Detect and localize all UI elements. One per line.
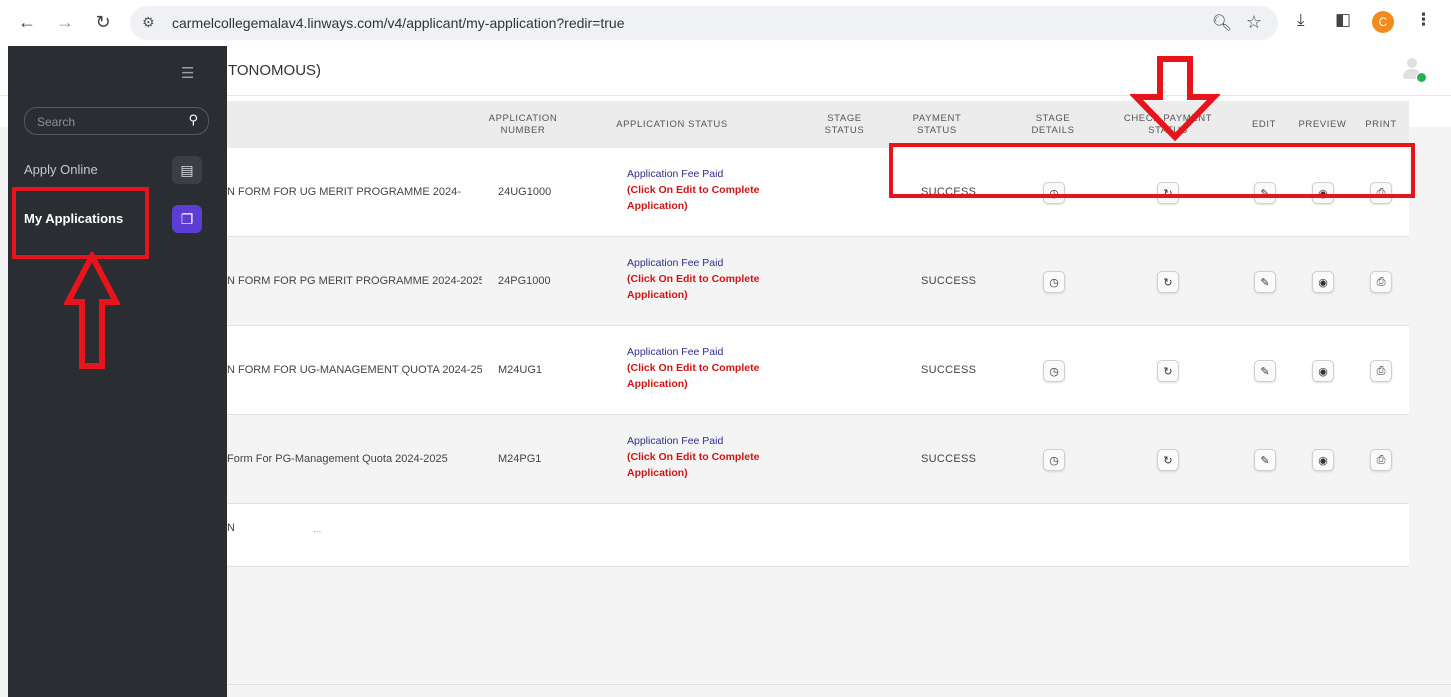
stage-details-clock-icon[interactable]: ◷ xyxy=(1043,271,1065,293)
application-name: N FORM FOR UG MERIT PROGRAMME 2024- xyxy=(227,186,461,198)
header-application-number: APPLICATION NUMBER xyxy=(488,112,558,136)
print-icon[interactable]: ⎙ xyxy=(1370,360,1392,382)
header-application-status: APPLICATION STATUS xyxy=(616,118,728,130)
status-edit-note: (Click On Edit to Complete xyxy=(627,273,760,285)
status-edit-note-end: Application) xyxy=(627,378,688,390)
status-fee-paid: Application Fee Paid xyxy=(627,435,724,447)
payment-status: SUCCESS xyxy=(921,275,977,287)
status-edit-note-end: Application) xyxy=(627,200,688,212)
menu-kebab-icon[interactable]: ⋮ xyxy=(1415,10,1432,30)
header-stage-status: STAGE STATUS xyxy=(824,112,865,136)
edit-pencil-icon[interactable]: ✎ xyxy=(1254,449,1276,471)
status-edit-note-end: Application) xyxy=(627,467,688,479)
header-stage-details: STAGE DETAILS xyxy=(1031,112,1075,136)
hamburger-menu-icon[interactable]: ☰ xyxy=(181,64,194,82)
address-bar[interactable]: ⚙ carmelcollegemalav4.linways.com/v4/app… xyxy=(130,6,1278,40)
forward-icon[interactable]: → xyxy=(52,9,78,35)
truncated-text: ... xyxy=(313,524,322,535)
application-number: 24PG1000 xyxy=(498,275,551,287)
online-status-dot xyxy=(1416,72,1427,83)
browser-toolbar: ← → ↻ ⚙ carmelcollegemalav4.linways.com/… xyxy=(0,0,1451,46)
print-icon[interactable]: ⎙ xyxy=(1370,449,1392,471)
application-name: Form For PG-Management Quota 2024-2025 xyxy=(227,453,448,465)
user-avatar-icon[interactable] xyxy=(1401,58,1427,83)
bookmark-star-icon[interactable]: ☆ xyxy=(1246,12,1262,33)
annotation-box-status-headers xyxy=(889,143,1415,198)
side-panel-icon[interactable]: ◧ xyxy=(1335,10,1351,30)
check-payment-refresh-icon[interactable]: ↻ xyxy=(1157,360,1179,382)
documents-icon: ❐ xyxy=(172,205,202,233)
message-screen-icon: ▤ xyxy=(172,156,202,184)
application-name: N xyxy=(227,522,235,534)
print-icon[interactable]: ⎙ xyxy=(1370,271,1392,293)
site-info-icon[interactable]: ⚙ xyxy=(142,14,155,31)
application-status: Application Fee Paid (Click On Edit to C… xyxy=(627,344,787,392)
header-preview: PREVIEW xyxy=(1298,118,1347,130)
header-print: PRINT xyxy=(1365,118,1397,130)
divider xyxy=(227,684,1451,685)
status-edit-note: (Click On Edit to Complete xyxy=(627,362,760,374)
status-edit-note-end: Application) xyxy=(627,289,688,301)
check-payment-refresh-icon[interactable]: ↻ xyxy=(1157,449,1179,471)
payment-status: SUCCESS xyxy=(921,453,977,465)
download-icon[interactable]: ⤓ xyxy=(1297,10,1305,30)
status-fee-paid: Application Fee Paid xyxy=(627,168,724,180)
table-row: N FORM FOR UG-MANAGEMENT QUOTA 2024-25 M… xyxy=(227,326,1409,415)
sidebar-item-label: Apply Online xyxy=(24,162,98,177)
annotation-box-my-applications xyxy=(12,187,149,259)
search-input[interactable] xyxy=(35,112,179,132)
table-row: N ... xyxy=(227,504,1409,567)
reload-icon[interactable]: ↻ xyxy=(90,9,116,35)
application-number: M24PG1 xyxy=(498,453,542,465)
table-header: APPLICATION NUMBER APPLICATION STATUS ST… xyxy=(227,101,1409,148)
stage-details-clock-icon[interactable]: ◷ xyxy=(1043,449,1065,471)
preview-eye-icon[interactable]: ◉ xyxy=(1312,449,1334,471)
application-status: Application Fee Paid (Click On Edit to C… xyxy=(627,433,787,481)
application-number: M24UG1 xyxy=(498,364,543,376)
annotation-arrow-up-icon xyxy=(64,252,120,369)
edit-pencil-icon[interactable]: ✎ xyxy=(1254,271,1276,293)
application-number: 24UG1000 xyxy=(498,186,552,198)
preview-eye-icon[interactable]: ◉ xyxy=(1312,271,1334,293)
sidebar-item-apply-online[interactable]: Apply Online ▤ xyxy=(8,150,227,190)
back-icon[interactable]: ← xyxy=(14,9,40,35)
sidebar-search[interactable]: ⚲ xyxy=(24,107,209,135)
table-row: Form For PG-Management Quota 2024-2025 M… xyxy=(227,415,1409,504)
status-fee-paid: Application Fee Paid xyxy=(627,257,724,269)
annotation-arrow-down-icon xyxy=(1130,56,1220,141)
college-title: TONOMOUS) xyxy=(228,62,322,79)
table-row: N FORM FOR PG MERIT PROGRAMME 2024-2025 … xyxy=(227,237,1409,326)
header-edit: EDIT xyxy=(1251,118,1277,130)
status-edit-note: (Click On Edit to Complete xyxy=(627,184,760,196)
application-status: Application Fee Paid (Click On Edit to C… xyxy=(627,255,787,303)
zoom-icon[interactable]: 🔍︎ xyxy=(1212,13,1232,33)
application-name: N FORM FOR PG MERIT PROGRAMME 2024-2025 xyxy=(227,275,482,287)
application-status: Application Fee Paid (Click On Edit to C… xyxy=(627,166,787,214)
url-text[interactable]: carmelcollegemalav4.linways.com/v4/appli… xyxy=(172,15,624,31)
preview-eye-icon[interactable]: ◉ xyxy=(1312,360,1334,382)
search-icon[interactable]: ⚲ xyxy=(188,112,198,128)
status-edit-note: (Click On Edit to Complete xyxy=(627,451,760,463)
status-fee-paid: Application Fee Paid xyxy=(627,346,724,358)
profile-avatar[interactable]: C xyxy=(1372,11,1394,33)
header-payment-status: PAYMENT STATUS xyxy=(912,112,962,136)
stage-details-clock-icon[interactable]: ◷ xyxy=(1043,360,1065,382)
application-name: N FORM FOR UG-MANAGEMENT QUOTA 2024-25 xyxy=(227,364,482,376)
sidebar: ☰ ⚲ Apply Online ▤ My Applications ❐ xyxy=(8,46,227,697)
edit-pencil-icon[interactable]: ✎ xyxy=(1254,360,1276,382)
check-payment-refresh-icon[interactable]: ↻ xyxy=(1157,271,1179,293)
payment-status: SUCCESS xyxy=(921,364,977,376)
